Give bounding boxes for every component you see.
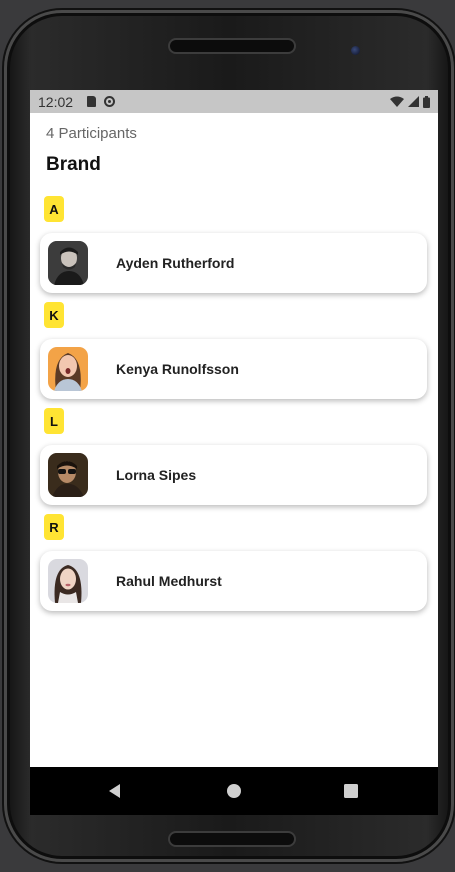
- back-icon[interactable]: [106, 781, 126, 801]
- home-icon[interactable]: [224, 781, 244, 801]
- battery-icon: [423, 95, 430, 108]
- avatar: [48, 559, 88, 603]
- participant-name: Rahul Medhurst: [116, 573, 222, 589]
- participants-count: 4 Participants: [46, 125, 137, 142]
- bottom-speaker: [170, 833, 294, 845]
- participant-card[interactable]: Kenya Runolfsson: [40, 339, 427, 399]
- letter-badge-k: K: [44, 302, 64, 328]
- participant-card[interactable]: Rahul Medhurst: [40, 551, 427, 611]
- sim-card-icon: [87, 96, 97, 107]
- device-screen: 12:02 4 Participants Brand A Ayden Ruthe…: [30, 90, 438, 815]
- signal-icon: [408, 96, 419, 107]
- avatar: [48, 453, 88, 497]
- front-camera: [351, 46, 360, 55]
- sync-icon: [104, 96, 116, 107]
- participant-name: Lorna Sipes: [116, 467, 197, 483]
- status-right-icons: [390, 95, 430, 108]
- letter-badge-r: R: [44, 514, 64, 540]
- recents-icon[interactable]: [341, 781, 361, 801]
- participant-name: Ayden Rutherford: [116, 255, 235, 271]
- participants-screen[interactable]: 4 Participants Brand A Ayden Rutherford: [30, 113, 438, 767]
- participant-name: Kenya Runolfsson: [116, 361, 239, 377]
- letter-badge-a: A: [44, 196, 64, 222]
- page-title: Brand: [46, 154, 101, 175]
- avatar: [48, 347, 88, 391]
- participant-card[interactable]: Ayden Rutherford: [40, 233, 427, 293]
- nav-bar: [30, 767, 438, 815]
- wifi-icon: [390, 96, 404, 107]
- status-bar: 12:02: [30, 90, 438, 113]
- participant-card[interactable]: Lorna Sipes: [40, 445, 427, 505]
- top-speaker: [170, 40, 294, 52]
- avatar: [48, 241, 88, 285]
- letter-badge-l: L: [44, 408, 64, 434]
- phone-frame: 12:02 4 Participants Brand A Ayden Ruthe…: [4, 10, 454, 862]
- status-time: 12:02: [38, 93, 74, 110]
